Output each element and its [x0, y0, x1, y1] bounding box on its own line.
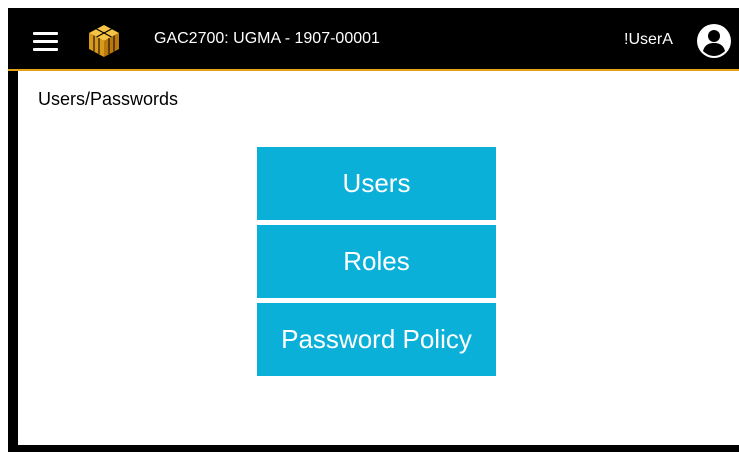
users-button-label: Users [342, 168, 411, 198]
password-policy-button[interactable]: Password Policy [257, 303, 496, 376]
hamburger-menu-icon[interactable] [33, 32, 58, 51]
roles-button-label: Roles [343, 246, 410, 276]
account-circle-icon[interactable] [696, 23, 732, 59]
app-title: GAC2700: UGMA - 1907-00001 [154, 30, 380, 47]
users-button[interactable]: Users [257, 147, 496, 220]
main-content: Users/Passwords Users Roles Password Pol… [18, 71, 739, 445]
gold-cube-logo-icon [89, 25, 119, 57]
top-bar: GAC2700: UGMA - 1907-00001 !UserA [8, 8, 739, 69]
page-title: Users/Passwords [38, 89, 179, 109]
password-policy-button-label: Password Policy [281, 324, 472, 354]
user-name: !UserA [624, 31, 673, 48]
roles-button[interactable]: Roles [257, 225, 496, 298]
app-window: GAC2700: UGMA - 1907-00001 !UserA Users/… [8, 8, 739, 452]
